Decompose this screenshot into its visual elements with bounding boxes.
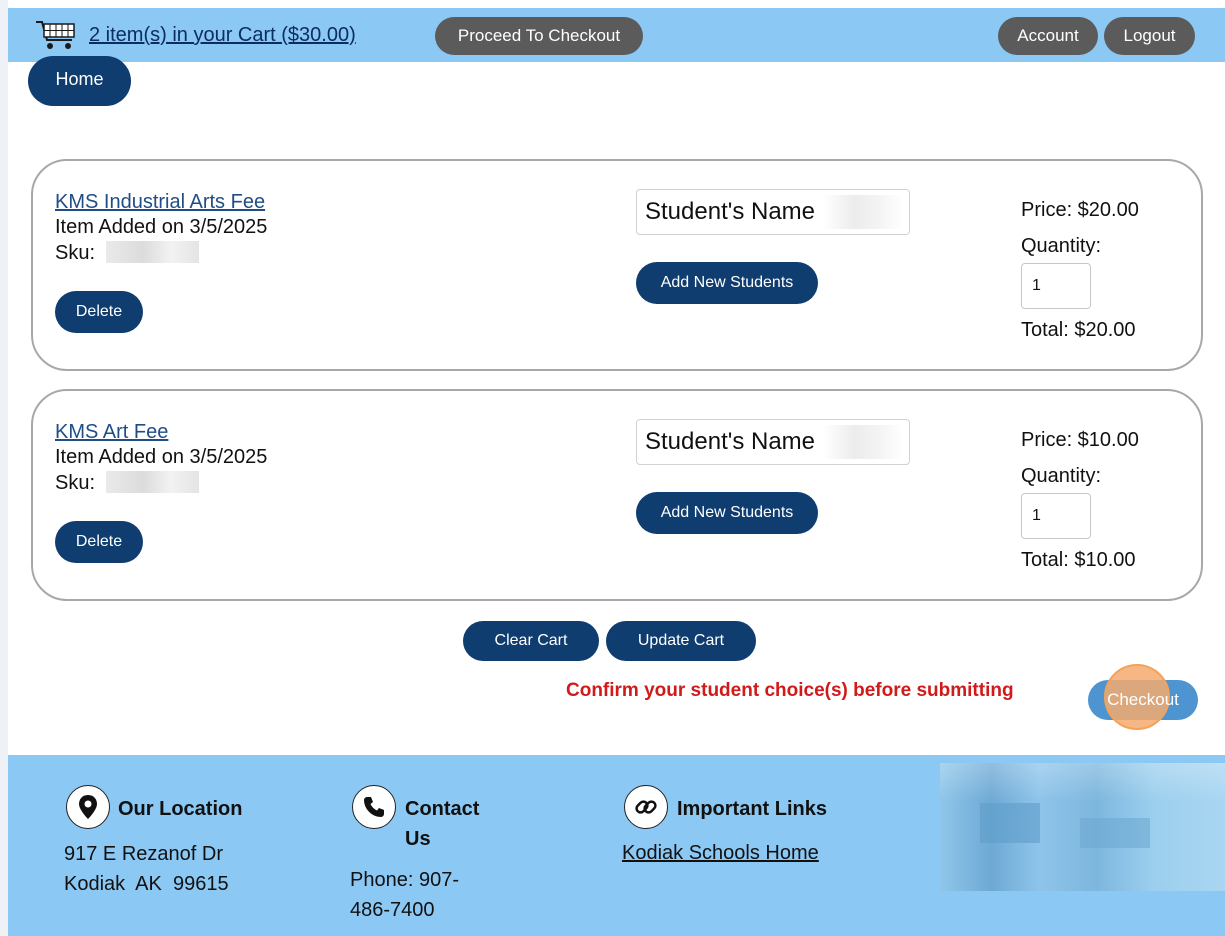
address-line-1: 917 E Rezanof Dr <box>64 843 223 865</box>
item-name-link[interactable]: KMS Art Fee <box>55 421 168 444</box>
delete-button[interactable]: Delete <box>55 521 143 563</box>
item-added-date: Item Added on 3/5/2025 <box>55 216 268 238</box>
contact-title-line-1: Contact <box>405 798 480 820</box>
student-name-redacted <box>823 425 903 459</box>
item-price: Price: $20.00 <box>1021 199 1139 221</box>
item-name-link[interactable]: KMS Industrial Arts Fee <box>55 191 265 214</box>
top-bar: 2 item(s) in your Cart ($30.00) Proceed … <box>8 8 1225 62</box>
item-price: Price: $10.00 <box>1021 429 1139 451</box>
quantity-field[interactable] <box>1021 263 1091 309</box>
logout-button[interactable]: Logout <box>1104 17 1195 55</box>
cart-item-card: KMS Art Fee Item Added on 3/5/2025 Sku: … <box>31 389 1203 601</box>
item-total: Total: $20.00 <box>1021 319 1136 341</box>
add-new-students-button[interactable]: Add New Students <box>636 492 818 534</box>
confirm-warning-message: Confirm your student choice(s) before su… <box>566 680 1014 701</box>
sku-redacted <box>106 241 199 263</box>
proceed-to-checkout-button[interactable]: Proceed To Checkout <box>435 17 643 55</box>
footer: Our Location 917 E Rezanof Dr Kodiak AK … <box>8 755 1225 936</box>
kodiak-schools-home-link[interactable]: Kodiak Schools Home <box>622 842 819 865</box>
redacted-block <box>980 803 1040 843</box>
location-title: Our Location <box>118 798 243 820</box>
update-cart-button[interactable]: Update Cart <box>606 621 756 661</box>
map-pin-icon <box>66 785 110 829</box>
delete-button[interactable]: Delete <box>55 291 143 333</box>
item-added-date: Item Added on 3/5/2025 <box>55 446 268 468</box>
student-name-redacted <box>823 195 903 229</box>
clear-cart-button[interactable]: Clear Cart <box>463 621 599 661</box>
quantity-label: Quantity: <box>1021 235 1102 257</box>
shopping-cart-icon[interactable] <box>34 18 80 52</box>
phone-line-2: 486-7400 <box>350 899 435 921</box>
link-icon <box>624 785 668 829</box>
item-sku-label: Sku: <box>55 472 96 494</box>
redacted-image <box>940 763 1225 891</box>
cart-summary-link[interactable]: 2 item(s) in your Cart ($30.00) <box>89 24 356 47</box>
home-button[interactable]: Home <box>28 56 131 106</box>
account-button[interactable]: Account <box>998 17 1098 55</box>
redacted-block <box>1080 818 1150 848</box>
phone-line-1: Phone: 907- <box>350 869 459 891</box>
item-total: Total: $10.00 <box>1021 549 1136 571</box>
phone-icon <box>352 785 396 829</box>
quantity-field[interactable] <box>1021 493 1091 539</box>
contact-title-line-2: Us <box>405 828 431 850</box>
important-links-title: Important Links <box>677 798 828 820</box>
address-line-2: Kodiak AK 99615 <box>64 873 229 895</box>
quantity-label: Quantity: <box>1021 465 1102 487</box>
item-sku-label: Sku: <box>55 242 96 264</box>
add-new-students-button[interactable]: Add New Students <box>636 262 818 304</box>
sku-redacted <box>106 471 199 493</box>
checkout-button-label: Checkout <box>1107 690 1179 709</box>
cart-item-card: KMS Industrial Arts Fee Item Added on 3/… <box>31 159 1203 371</box>
